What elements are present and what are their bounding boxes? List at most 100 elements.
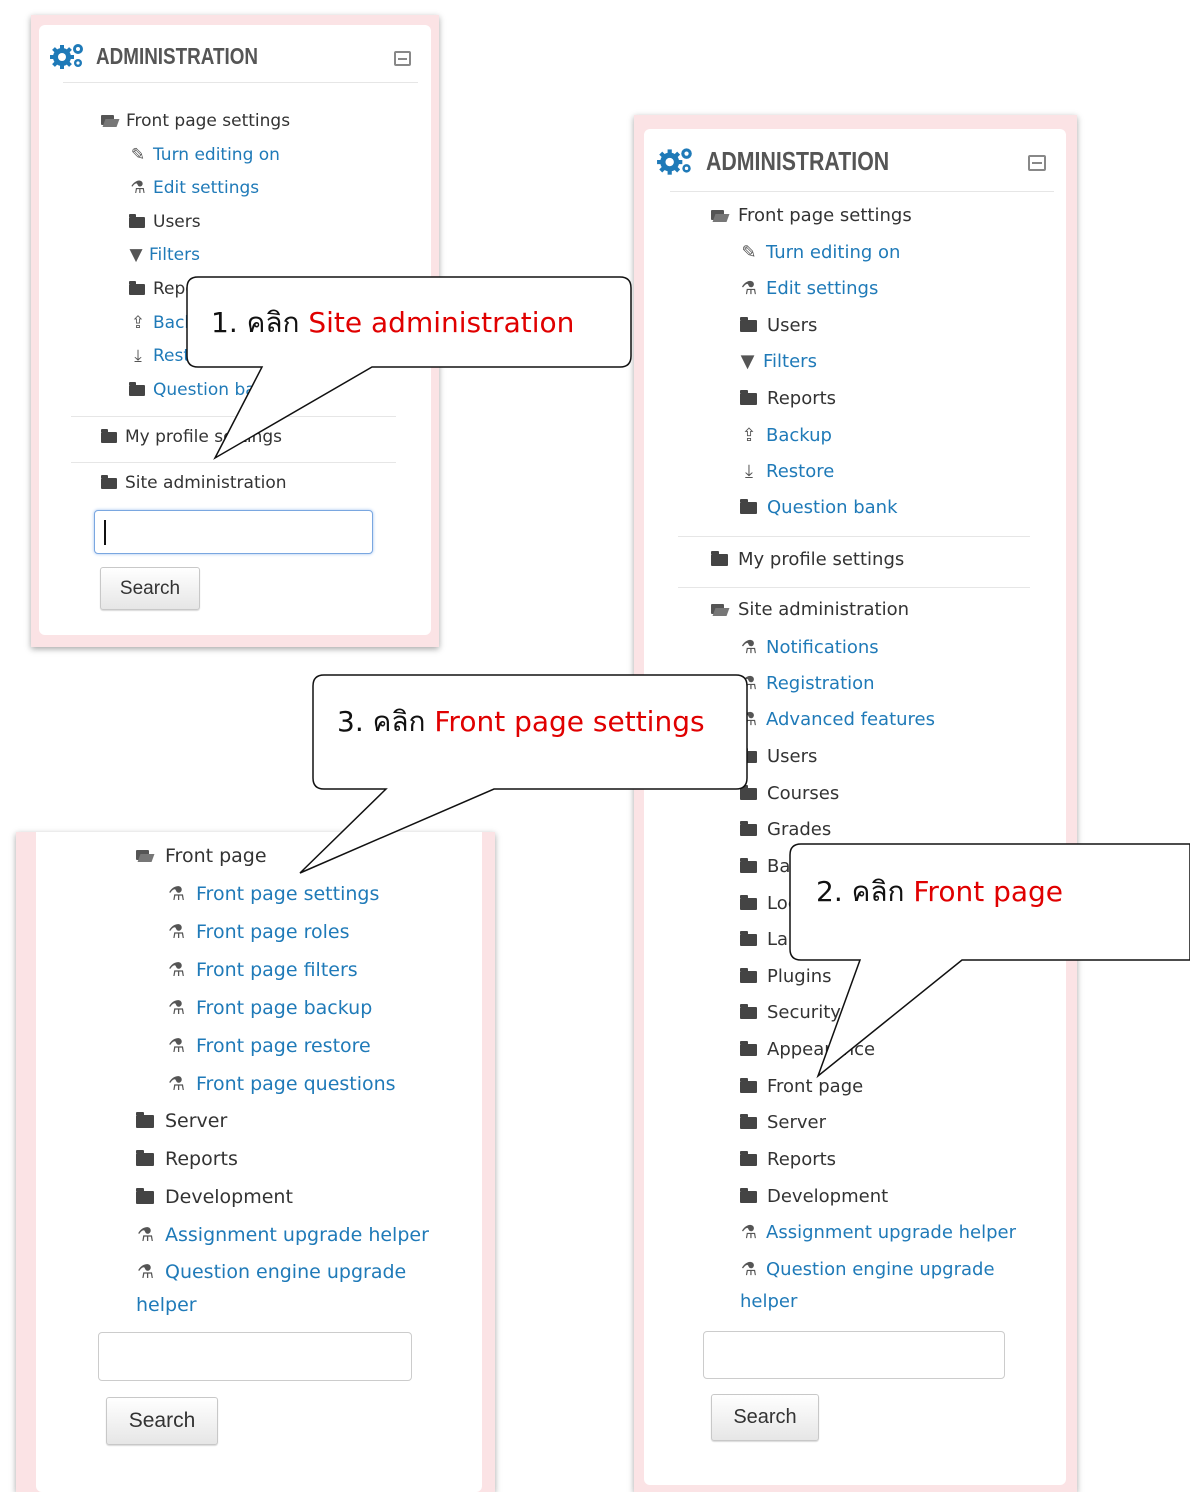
folder-icon bbox=[740, 1040, 757, 1056]
nav-security[interactable]: Security bbox=[740, 1002, 841, 1023]
nav-language[interactable]: Language bbox=[740, 929, 856, 950]
nav-notifications[interactable]: ⚗ Notifications bbox=[740, 637, 879, 658]
nav-question-bank[interactable]: Question bank bbox=[129, 380, 276, 400]
nav-front-page-backup[interactable]: ⚗ Front page backup bbox=[167, 997, 372, 1019]
nav-front-page-restore[interactable]: ⚗ Front page restore bbox=[167, 1035, 371, 1057]
nav-edit-settings[interactable]: ⚗ Edit settings bbox=[129, 178, 259, 198]
flask-icon: ⚗ bbox=[167, 883, 186, 905]
folder-icon bbox=[129, 213, 145, 228]
nav-reports[interactable]: Reports bbox=[136, 1148, 238, 1170]
text-caret bbox=[104, 520, 106, 545]
flask-icon: ⚗ bbox=[740, 709, 758, 730]
flask-icon: ⚗ bbox=[167, 959, 186, 981]
folder-icon bbox=[740, 930, 757, 946]
pencil-icon: ✎ bbox=[130, 145, 146, 165]
nav-turn-editing-on[interactable]: ✎ Turn editing on bbox=[129, 145, 280, 165]
nav-restore[interactable]: ⤓ Restore bbox=[740, 461, 834, 482]
nav-courses[interactable]: Courses bbox=[740, 783, 839, 804]
flask-icon: ⚗ bbox=[130, 178, 146, 198]
nav-my-profile-settings[interactable]: My profile settings bbox=[711, 549, 904, 570]
folder-icon bbox=[740, 1003, 757, 1019]
nav-front-page-settings[interactable]: Front page settings bbox=[711, 205, 912, 226]
folder-icon bbox=[136, 1149, 154, 1166]
nav-reports[interactable]: Reports bbox=[740, 1149, 836, 1170]
block-title: ADMINISTRATION bbox=[96, 42, 259, 69]
flask-icon: ⚗ bbox=[740, 278, 758, 299]
flask-icon: ⚗ bbox=[167, 997, 186, 1019]
nav-question-engine-upgrade[interactable]: ⚗ Question engine upgrade bbox=[136, 1261, 406, 1283]
folder-icon bbox=[740, 316, 757, 332]
block-header: ADMINISTRATION bbox=[656, 145, 929, 177]
search-input[interactable] bbox=[703, 1331, 1005, 1379]
nav-edit-settings[interactable]: ⚗ Edit settings bbox=[740, 278, 878, 299]
nav-site-administration[interactable]: Site administration bbox=[101, 473, 287, 493]
nav-front-page-roles[interactable]: ⚗ Front page roles bbox=[167, 921, 350, 943]
nav-users[interactable]: Users bbox=[740, 315, 817, 336]
nav-question-engine-upgrade[interactable]: ⚗ Question engine upgrade bbox=[740, 1259, 995, 1280]
admin-block-body: Front page ⚗ Front page settings ⚗ Front p… bbox=[36, 832, 482, 1492]
search-button[interactable]: Search bbox=[711, 1394, 819, 1441]
nav-registration[interactable]: ⚗ Registration bbox=[740, 673, 875, 694]
nav-users[interactable]: Users bbox=[129, 212, 201, 232]
nav-question-engine-upgrade-helper[interactable]: helper bbox=[136, 1294, 197, 1316]
folder-icon bbox=[740, 498, 757, 514]
nav-reports[interactable]: Reports bbox=[129, 279, 218, 299]
collapse-icon[interactable] bbox=[1028, 155, 1046, 171]
nav-front-page-settings[interactable]: ⚗ Front page settings bbox=[167, 883, 379, 905]
nav-question-bank[interactable]: Question bank bbox=[740, 497, 898, 518]
nav-front-page-settings[interactable]: Front page settings bbox=[101, 111, 290, 131]
divider bbox=[63, 82, 418, 83]
pencil-icon: ✎ bbox=[741, 242, 757, 263]
folder-open-icon bbox=[711, 209, 728, 222]
divider bbox=[670, 191, 1054, 192]
nav-appearance[interactable]: Appearance bbox=[740, 1039, 875, 1060]
nav-grades[interactable]: Grades bbox=[740, 819, 831, 840]
nav-question-engine-upgrade-helper[interactable]: helper bbox=[740, 1291, 797, 1312]
nav-badges[interactable]: Badges bbox=[740, 856, 834, 877]
nav-assignment-upgrade-helper[interactable]: ⚗ Assignment upgrade helper bbox=[740, 1222, 1016, 1243]
nav-restore[interactable]: ⤓ Restore bbox=[129, 346, 217, 366]
download-icon: ⤓ bbox=[745, 461, 753, 482]
search-input[interactable] bbox=[98, 1332, 412, 1381]
nav-server[interactable]: Server bbox=[136, 1110, 227, 1132]
nav-development[interactable]: Development bbox=[136, 1186, 293, 1208]
folder-icon bbox=[740, 857, 757, 873]
folder-icon bbox=[740, 820, 757, 836]
nav-front-page[interactable]: Front page bbox=[136, 845, 267, 867]
nav-plugins[interactable]: Plugins bbox=[740, 966, 831, 987]
folder-icon bbox=[711, 550, 728, 566]
folder-open-icon bbox=[101, 115, 118, 127]
nav-backup[interactable]: ⇪ Backup bbox=[129, 313, 215, 333]
folder-icon bbox=[740, 747, 757, 763]
folder-icon bbox=[101, 428, 117, 443]
collapse-icon[interactable] bbox=[394, 51, 411, 66]
folder-icon bbox=[740, 389, 757, 405]
upload-icon: ⇪ bbox=[741, 425, 757, 446]
nav-front-page[interactable]: Front page bbox=[740, 1076, 863, 1097]
nav-front-page-filters[interactable]: ⚗ Front page filters bbox=[167, 959, 358, 981]
nav-filters[interactable]: ▼ Filters bbox=[129, 245, 200, 265]
nav-reports[interactable]: Reports bbox=[740, 388, 836, 409]
flask-icon: ⚗ bbox=[167, 921, 186, 943]
nav-front-page-questions[interactable]: ⚗ Front page questions bbox=[167, 1073, 396, 1095]
nav-advanced-features[interactable]: ⚗ Advanced features bbox=[740, 709, 935, 730]
nav-users[interactable]: Users bbox=[740, 746, 817, 767]
nav-location[interactable]: Location bbox=[740, 893, 843, 914]
search-input[interactable] bbox=[94, 510, 373, 554]
nav-backup[interactable]: ⇪ Backup bbox=[740, 425, 832, 446]
flask-icon: ⚗ bbox=[167, 1035, 186, 1057]
gears-icon bbox=[656, 145, 696, 177]
nav-site-administration[interactable]: Site administration bbox=[711, 599, 909, 620]
nav-assignment-upgrade-helper[interactable]: ⚗ Assignment upgrade helper bbox=[136, 1224, 429, 1246]
search-button[interactable]: Search bbox=[106, 1397, 218, 1445]
folder-icon bbox=[740, 1077, 757, 1093]
nav-filters[interactable]: ▼ Filters bbox=[740, 351, 817, 372]
nav-turn-editing-on[interactable]: ✎ Turn editing on bbox=[740, 242, 900, 263]
nav-my-profile-settings[interactable]: My profile settings bbox=[101, 427, 282, 447]
nav-development[interactable]: Development bbox=[740, 1186, 888, 1207]
divider bbox=[71, 416, 396, 417]
search-button[interactable]: Search bbox=[100, 567, 200, 610]
download-icon: ⤓ bbox=[134, 346, 142, 366]
nav-server[interactable]: Server bbox=[740, 1112, 826, 1133]
upload-icon: ⇪ bbox=[130, 313, 146, 333]
